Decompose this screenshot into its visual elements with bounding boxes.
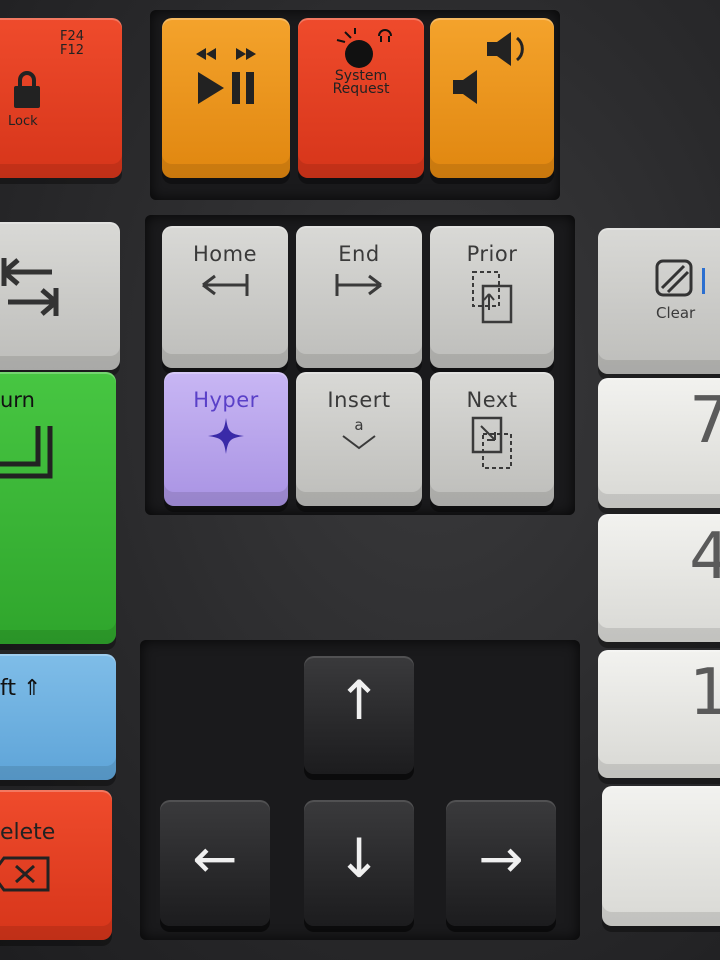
volume-icon [453,32,524,104]
end-key[interactable]: End [296,226,422,368]
numpad-1-label: 1 [689,656,720,730]
shift-key[interactable]: ft ⇑ [0,654,116,780]
clear-label: Clear [656,304,696,322]
right-arrow-icon: → [478,827,524,890]
right-arrow-key[interactable]: → [446,800,556,926]
end-label: End [338,242,380,266]
up-arrow-key[interactable]: ↑ [304,656,414,774]
up-arrow-icon: ↑ [336,669,382,732]
lock-label: Lock [8,114,38,129]
down-arrow-icon: ↓ [336,827,382,890]
bomb-icon [336,28,392,68]
home-label: Home [192,242,257,266]
keyboard-photo: F24 F12 Lock System Request urn ft ⇑ ele… [0,0,720,960]
play-pause-icon [196,48,256,104]
prior-label: Prior [466,242,518,266]
volume-key[interactable] [430,18,554,178]
hyper-key[interactable]: Hyper [164,372,288,506]
play-pause-key[interactable] [162,18,290,178]
insert-key[interactable]: Insert a [296,372,422,506]
clear-key[interactable]: Clear [598,228,720,374]
numpad-1-key[interactable]: 1 [598,650,720,778]
next-label: Next [466,388,518,412]
delete-label: elete [0,820,56,845]
left-arrow-icon: ← [192,827,238,890]
numpad-7-label: 7 [689,384,720,458]
home-key[interactable]: Home [162,226,288,368]
numpad-7-key[interactable]: 7 [598,378,720,508]
arrow-right-bar-icon [335,274,382,296]
lock-key[interactable]: F24 F12 Lock [0,18,122,178]
insert-sub-label: a [354,416,364,434]
sparkle-icon [208,418,244,454]
return-icon [0,426,53,479]
shift-label: ft ⇑ [0,676,42,701]
request-label: Request [332,81,390,97]
numpad-0-key[interactable] [602,786,720,926]
hyper-label: Hyper [193,388,259,412]
tab-arrows-icon [1,258,59,316]
next-key[interactable]: Next [430,372,554,506]
prior-key[interactable]: Prior [430,226,554,368]
down-arrow-key[interactable]: ↓ [304,800,414,926]
delete-key[interactable]: elete [0,790,112,940]
page-up-icon [472,271,513,324]
page-down-icon [471,416,512,469]
tab-key[interactable] [0,222,120,370]
numpad-4-label: 4 [689,520,720,594]
f12-label: F12 [59,43,84,58]
f24-label: F24 [59,29,84,44]
clear-blue-accent [702,268,717,294]
insert-caret-icon [342,435,376,450]
system-request-key[interactable]: System Request [298,18,424,178]
return-label: urn [0,388,35,412]
numpad-4-key[interactable]: 4 [598,514,720,642]
lock-icon [14,71,40,108]
left-arrow-key[interactable]: ← [160,800,270,926]
delete-icon [0,856,50,892]
insert-label: Insert [327,388,391,412]
arrow-left-bar-icon [202,274,249,296]
clear-icon [655,259,693,297]
return-key[interactable]: urn [0,372,116,644]
